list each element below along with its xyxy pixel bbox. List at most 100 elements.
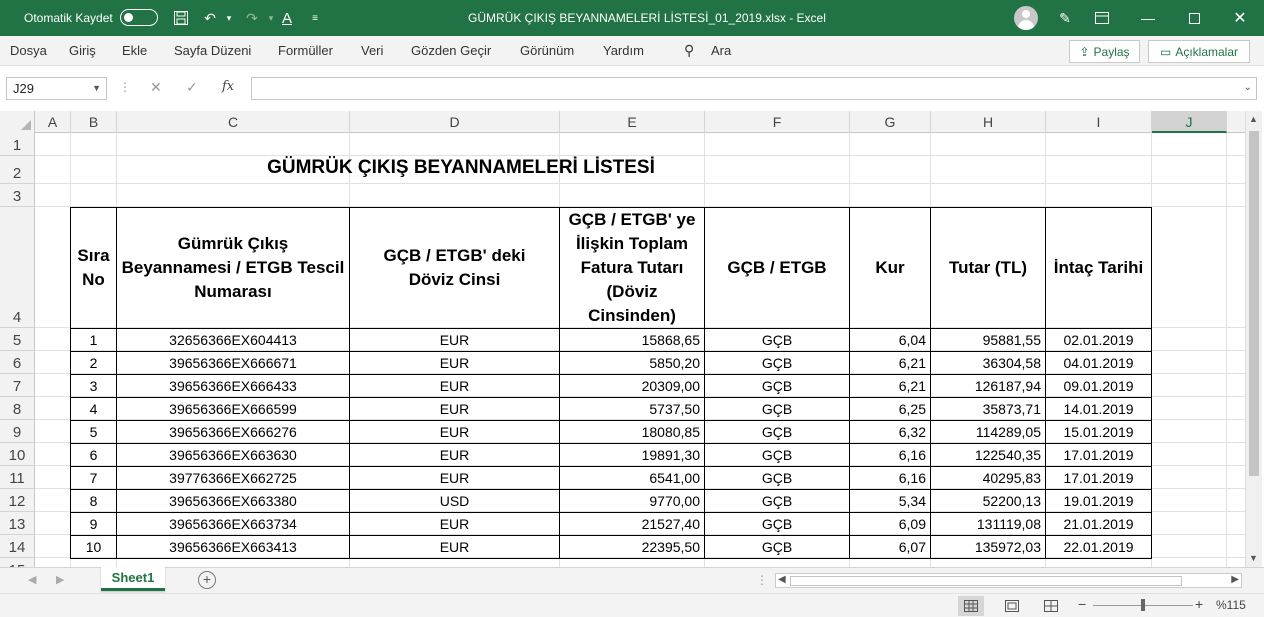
save-icon[interactable] [171, 8, 191, 28]
cell-tarih[interactable]: 14.01.2019 [1045, 397, 1152, 421]
column-header-h[interactable]: H [931, 111, 1046, 133]
cell-kur[interactable]: 6,16 [849, 466, 931, 490]
zoom-level[interactable]: %115 [1216, 598, 1246, 612]
row-header-4[interactable]: 4 [0, 207, 35, 328]
cell-tescil[interactable]: 39656366EX666433 [116, 374, 350, 398]
header-gcb-etgb[interactable]: GÇB / ETGB [704, 207, 850, 329]
cell-fatura[interactable]: 9770,00 [559, 489, 705, 513]
enter-icon[interactable]: ✓ [186, 79, 198, 96]
tab-prev-icon[interactable]: ◀ [28, 573, 36, 586]
cell-tescil[interactable]: 39656366EX663413 [116, 535, 350, 559]
cell-sira[interactable]: 5 [70, 420, 117, 444]
cell-doviz[interactable]: EUR [349, 397, 560, 421]
formula-input[interactable]: ⌄ [251, 77, 1257, 100]
user-avatar[interactable] [1014, 6, 1038, 30]
cell-sira[interactable]: 6 [70, 443, 117, 467]
customize-toolbar-icon[interactable]: ≡ [305, 8, 325, 28]
menu-gorunum[interactable]: Görünüm [520, 43, 574, 58]
sheet-title[interactable]: GÜMRÜK ÇIKIŞ BEYANNAMELERİ LİSTESİ [117, 157, 805, 179]
close-button[interactable]: ✕ [1228, 7, 1252, 29]
cell-tarih[interactable]: 09.01.2019 [1045, 374, 1152, 398]
row-header-2[interactable]: 2 [0, 156, 35, 184]
cell-fatura[interactable]: 6541,00 [559, 466, 705, 490]
comments-button[interactable]: ▭ Açıklamalar [1148, 40, 1250, 63]
column-header-e[interactable]: E [560, 111, 705, 133]
cell-kur[interactable]: 6,21 [849, 374, 931, 398]
cell-tutar[interactable]: 52200,13 [930, 489, 1046, 513]
column-header-i[interactable]: I [1046, 111, 1152, 133]
cell-tescil[interactable]: 32656366EX604413 [116, 328, 350, 352]
cell-gcb[interactable]: GÇB [704, 466, 850, 490]
cell-fatura[interactable]: 21527,40 [559, 512, 705, 536]
cell-kur[interactable]: 6,07 [849, 535, 931, 559]
cell-fatura[interactable]: 15868,65 [559, 328, 705, 352]
cell-tarih[interactable]: 17.01.2019 [1045, 466, 1152, 490]
cell-gcb[interactable]: GÇB [704, 443, 850, 467]
font-color-icon[interactable]: A [277, 8, 297, 28]
row-header-13[interactable]: 13 [0, 512, 35, 535]
cell-tutar[interactable]: 131119,08 [930, 512, 1046, 536]
sheet-tab-sheet1[interactable]: Sheet1 [101, 567, 165, 591]
cell-gcb[interactable]: GÇB [704, 351, 850, 375]
cell-tarih[interactable]: 21.01.2019 [1045, 512, 1152, 536]
menu-veri[interactable]: Veri [361, 43, 383, 58]
insert-function-icon[interactable]: fx [222, 79, 234, 94]
scroll-left-icon[interactable]: ◀ [778, 574, 786, 585]
column-header-a[interactable]: A [35, 111, 71, 133]
cell-sira[interactable]: 2 [70, 351, 117, 375]
cell-tescil[interactable]: 39656366EX666599 [116, 397, 350, 421]
cell-tescil[interactable]: 39656366EX663734 [116, 512, 350, 536]
cell-fatura[interactable]: 18080,85 [559, 420, 705, 444]
cell-doviz[interactable]: USD [349, 489, 560, 513]
chevron-down-icon[interactable]: ▼ [92, 83, 101, 93]
cell-doviz[interactable]: EUR [349, 443, 560, 467]
column-header-f[interactable]: F [705, 111, 850, 133]
column-header-g[interactable]: G [850, 111, 931, 133]
cell-gcb[interactable]: GÇB [704, 489, 850, 513]
header-kur[interactable]: Kur [849, 207, 931, 329]
cell-doviz[interactable]: EUR [349, 351, 560, 375]
cell-gcb[interactable]: GÇB [704, 374, 850, 398]
menu-giris[interactable]: Giriş [69, 43, 96, 58]
scroll-up-icon[interactable]: ▲ [1249, 114, 1258, 124]
redo-icon[interactable]: ↷ [242, 8, 262, 28]
row-header-5[interactable]: 5 [0, 328, 35, 351]
row-header-15[interactable]: 15 [0, 558, 35, 567]
cell-fatura[interactable]: 20309,00 [559, 374, 705, 398]
spreadsheet-grid[interactable]: A B C D E F G H I J 1 2 3 4 5 6 7 8 9 10… [0, 111, 1245, 567]
cell-tescil[interactable]: 39776366EX662725 [116, 466, 350, 490]
menu-yardim[interactable]: Yardım [603, 43, 644, 58]
undo-dropdown-icon[interactable]: ▾ [219, 8, 239, 28]
cell-kur[interactable]: 6,32 [849, 420, 931, 444]
cell-sira[interactable]: 1 [70, 328, 117, 352]
ribbon-display-icon[interactable] [1090, 7, 1114, 29]
cell-doviz[interactable]: EUR [349, 374, 560, 398]
cell-tescil[interactable]: 39656366EX663380 [116, 489, 350, 513]
column-header-j[interactable]: J [1152, 111, 1227, 133]
menu-sayfa-duzeni[interactable]: Sayfa Düzeni [174, 43, 251, 58]
cancel-icon[interactable]: ✕ [150, 79, 162, 96]
cell-sira[interactable]: 8 [70, 489, 117, 513]
cell-fatura[interactable]: 22395,50 [559, 535, 705, 559]
cell-gcb[interactable]: GÇB [704, 420, 850, 444]
cell-tarih[interactable]: 04.01.2019 [1045, 351, 1152, 375]
formula-bar-grip-icon[interactable]: ⋮ [119, 80, 131, 94]
add-sheet-icon[interactable]: + [198, 571, 216, 589]
cell-tutar[interactable]: 36304,58 [930, 351, 1046, 375]
cell-fatura[interactable]: 5737,50 [559, 397, 705, 421]
cell-gcb[interactable]: GÇB [704, 535, 850, 559]
normal-view-icon[interactable] [958, 596, 984, 616]
row-header-11[interactable]: 11 [0, 466, 35, 489]
expand-formula-icon[interactable]: ⌄ [1244, 82, 1252, 93]
cell-tutar[interactable]: 122540,35 [930, 443, 1046, 467]
cell-sira[interactable]: 7 [70, 466, 117, 490]
cell-tutar[interactable]: 35873,71 [930, 397, 1046, 421]
cell-sira[interactable]: 4 [70, 397, 117, 421]
name-box[interactable]: J29 ▼ [6, 77, 107, 100]
menu-formuller[interactable]: Formüller [278, 43, 333, 58]
tab-next-icon[interactable]: ▶ [56, 573, 64, 586]
cell-doviz[interactable]: EUR [349, 535, 560, 559]
scroll-right-icon[interactable]: ▶ [1231, 574, 1239, 585]
maximize-button[interactable] [1182, 7, 1206, 29]
cell-sira[interactable]: 3 [70, 374, 117, 398]
